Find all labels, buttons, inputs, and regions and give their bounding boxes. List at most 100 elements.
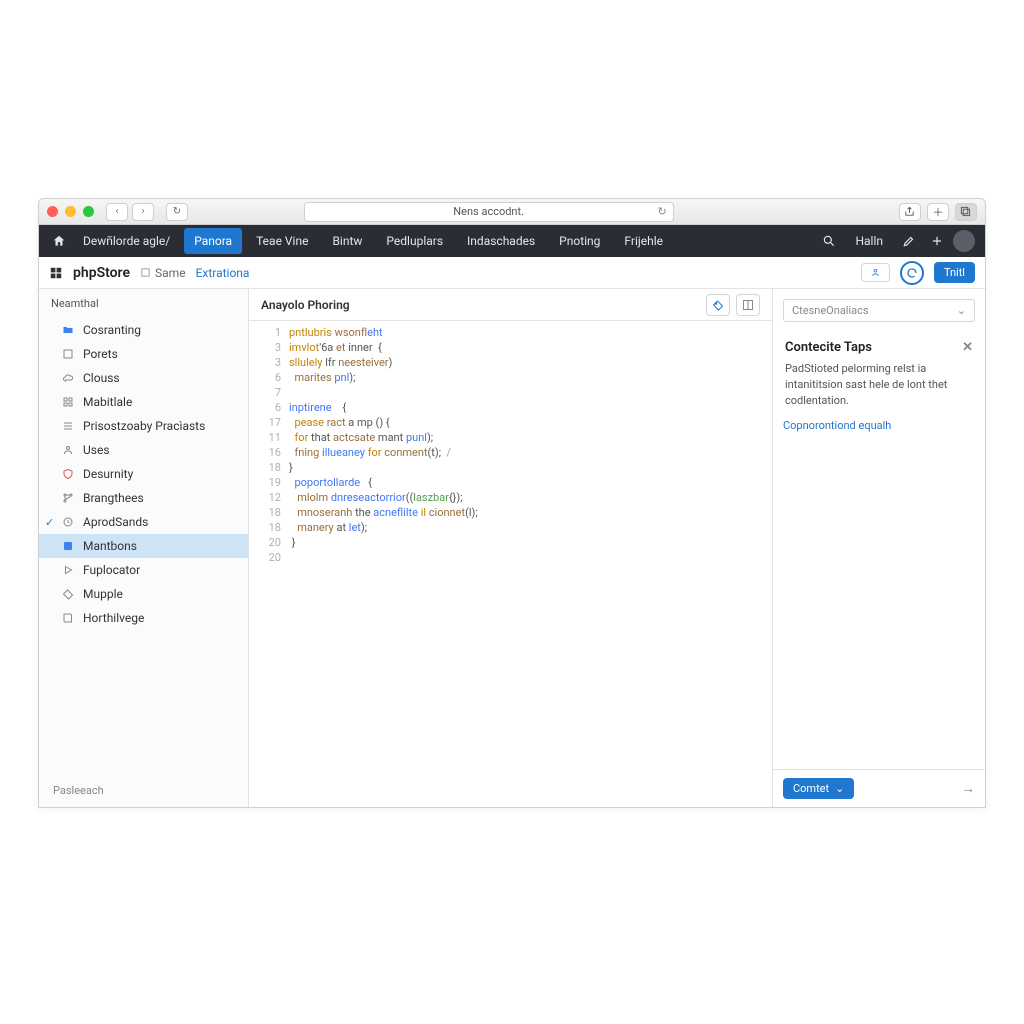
topnav-item-0[interactable]: Dewñlorde agle/: [73, 228, 180, 254]
topnav-item-5[interactable]: Indaschades: [457, 228, 545, 254]
code-line[interactable]: fning illueaney for conment(t); /: [289, 445, 772, 460]
app-logo: phpStore: [73, 265, 130, 281]
folder-icon: [61, 323, 75, 337]
reload-icon: ↻: [173, 206, 181, 217]
chevron-down-icon: ⌄: [957, 304, 966, 317]
check-icon: ✓: [45, 516, 54, 529]
back-button[interactable]: ‹: [106, 203, 128, 221]
sidebar-list: CosrantingPoretsCloussMabitlale Prisostzo…: [39, 318, 248, 630]
reload-button[interactable]: ↻: [166, 203, 188, 221]
plus-icon[interactable]: [925, 229, 949, 253]
topnav-item-3[interactable]: Bintw: [322, 228, 372, 254]
code-line[interactable]: }: [289, 535, 772, 550]
code-line[interactable]: poportollarde {: [289, 475, 772, 490]
sidebar-item-horthilvege[interactable]: Horthilvege: [39, 606, 248, 630]
share-icon[interactable]: [899, 203, 921, 221]
tag-tool-icon[interactable]: [706, 294, 730, 316]
edit-icon[interactable]: [897, 229, 921, 253]
dropdown-label: CtesneOnaliacs: [792, 304, 869, 317]
code-area[interactable]: pntlubris wsonflehtimvlot'6a et inner {s…: [289, 321, 772, 807]
sidebar-item-brangthees[interactable]: Brangthees: [39, 486, 248, 510]
line-number: 3: [249, 340, 281, 355]
sidebar-item-aprodsands[interactable]: ✓AprodSands: [39, 510, 248, 534]
topnav-item-6[interactable]: Pnoting: [549, 228, 610, 254]
extractions-link[interactable]: Extrationa: [196, 266, 250, 280]
line-number: 17: [249, 415, 281, 430]
tag-icon: [61, 587, 75, 601]
sidebar-item-uses[interactable]: Uses: [39, 438, 248, 462]
sidebar-item-mabitlale[interactable]: Mabitlale: [39, 390, 248, 414]
code-line[interactable]: sllulely lfr neesteiver): [289, 355, 772, 370]
sidebar: Neamthal CosrantingPoretsCloussMabitlale…: [39, 289, 249, 807]
right-dropdown[interactable]: CtesneOnaliacs ⌄: [783, 299, 975, 322]
box-icon: [61, 347, 75, 361]
sidebar-item-clouss[interactable]: Clouss: [39, 366, 248, 390]
search-icon[interactable]: [817, 229, 841, 253]
forward-button[interactable]: ›: [132, 203, 154, 221]
topnav-item-1[interactable]: Panora: [184, 228, 242, 254]
tabs-icon[interactable]: [955, 203, 977, 221]
sidebar-item-porets[interactable]: Porets: [39, 342, 248, 366]
sidebar-item-fuplocator[interactable]: Fuplocator: [39, 558, 248, 582]
code-line[interactable]: mlolm dnreseactorrior((laszbar{});: [289, 490, 772, 505]
maximize-window-icon[interactable]: [83, 206, 94, 217]
user-label[interactable]: Halln: [845, 228, 893, 254]
home-icon[interactable]: [49, 231, 69, 251]
sidebar-item-label: Horthilvege: [83, 611, 144, 625]
clock-icon: [61, 515, 75, 529]
sidebar-item-label: Mantbons: [83, 539, 137, 553]
sidebar-item-mantbons[interactable]: Mantbons: [39, 534, 248, 558]
code-line[interactable]: [289, 550, 772, 565]
line-number: 20: [249, 550, 281, 565]
code-line[interactable]: marites pnl);: [289, 370, 772, 385]
avatar[interactable]: [953, 230, 975, 252]
main-header: Anayolo Phoring: [249, 289, 772, 321]
card-link[interactable]: Copnorontiond equalh: [783, 419, 891, 432]
sidebar-item-desurnity[interactable]: Desurnity: [39, 462, 248, 486]
line-number: 18: [249, 505, 281, 520]
right-footer: Comtet ⌄ →: [773, 769, 985, 807]
url-bar[interactable]: Nens accodnt. ↻: [304, 202, 674, 222]
minimize-window-icon[interactable]: [65, 206, 76, 217]
line-number: 6: [249, 370, 281, 385]
code-line[interactable]: }: [289, 460, 772, 475]
sidebar-item-label: Uses: [83, 443, 110, 457]
code-line[interactable]: pease ract a mp () {: [289, 415, 772, 430]
close-icon[interactable]: ✕: [962, 340, 973, 355]
sync-button[interactable]: [900, 261, 924, 285]
code-editor[interactable]: 13367617111618191218182020 pntlubris wso…: [249, 321, 772, 807]
code-line[interactable]: imvlot'6a et inner {: [289, 340, 772, 355]
add-tab-icon[interactable]: ＋: [927, 203, 949, 221]
sidebar-item-cosranting[interactable]: Cosranting: [39, 318, 248, 342]
primary-action-button[interactable]: Tnitl: [934, 262, 975, 283]
line-number: 11: [249, 430, 281, 445]
code-line[interactable]: inptirene {: [289, 400, 772, 415]
chevron-down-icon: ⌄: [835, 782, 844, 795]
app-icon: [49, 266, 63, 280]
topnav-item-4[interactable]: Pedluplars: [376, 228, 453, 254]
close-window-icon[interactable]: [47, 206, 58, 217]
code-line[interactable]: [289, 385, 772, 400]
arrow-right-icon[interactable]: →: [961, 780, 975, 797]
share-button[interactable]: [861, 263, 890, 282]
context-button[interactable]: Comtet ⌄: [783, 778, 854, 799]
code-line[interactable]: manery at let);: [289, 520, 772, 535]
line-number: 6: [249, 400, 281, 415]
sidebar-item-mupple[interactable]: Mupple: [39, 582, 248, 606]
same-tab[interactable]: Same: [140, 266, 186, 280]
sidebar-item-prisostzoaby pracìasts[interactable]: Prisostzoaby Pracìasts: [39, 414, 248, 438]
code-line[interactable]: for that actcsate mant punl);: [289, 430, 772, 445]
code-line[interactable]: mnoseranh the acneflilte il cionnet(l);: [289, 505, 772, 520]
module-icon: [61, 539, 75, 553]
topnav-item-7[interactable]: Frijehle: [614, 228, 673, 254]
layout-tool-icon[interactable]: [736, 294, 760, 316]
line-number: 7: [249, 385, 281, 400]
sidebar-item-label: Prisostzoaby Pracìasts: [83, 419, 205, 433]
line-number: 18: [249, 460, 281, 475]
line-number: 12: [249, 490, 281, 505]
topnav-item-2[interactable]: Teae Vine: [246, 228, 318, 254]
line-gutter: 13367617111618191218182020: [249, 321, 289, 807]
sidebar-item-label: Brangthees: [83, 491, 144, 505]
code-line[interactable]: pntlubris wsonfleht: [289, 325, 772, 340]
reader-icon[interactable]: ↻: [657, 205, 666, 218]
